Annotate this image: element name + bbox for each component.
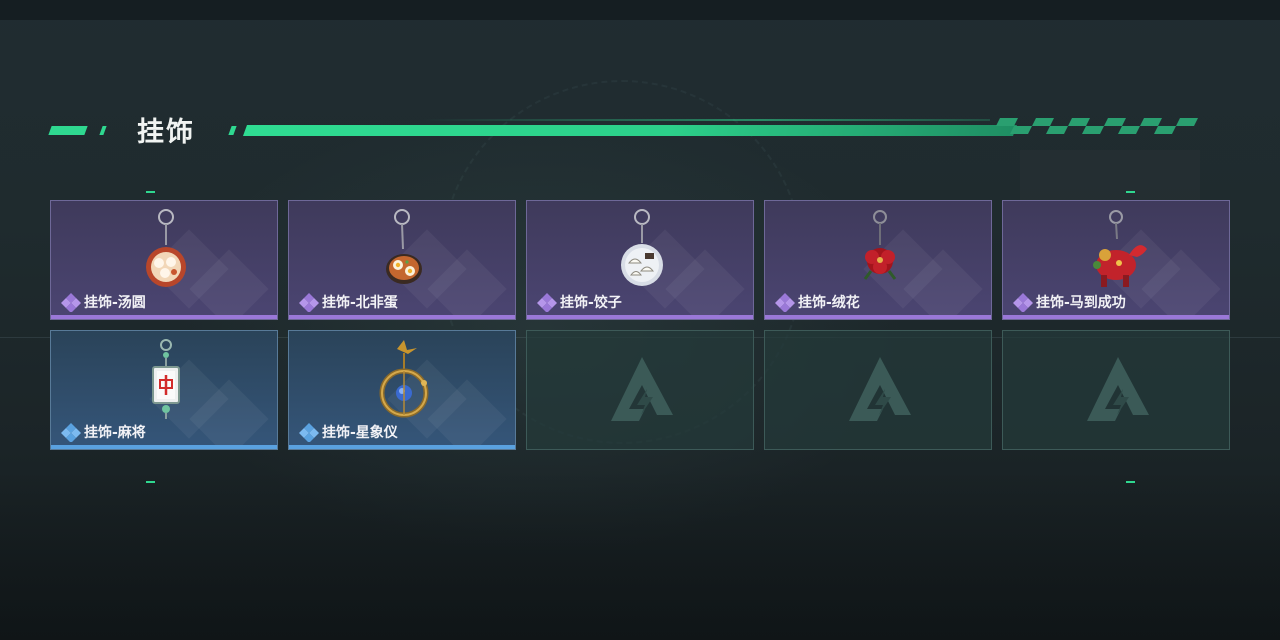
rarity-bar: [51, 445, 277, 449]
charm-card[interactable]: 挂饰-汤圆: [50, 200, 278, 320]
rarity-diamond-icon: [1013, 293, 1033, 312]
charm-card[interactable]: 挂饰-饺子: [526, 200, 754, 320]
rarity-bar: [1003, 315, 1229, 319]
horse-charm-icon: [1093, 210, 1147, 287]
empty-slot[interactable]: [526, 330, 754, 450]
shakshuka-charm-icon: [386, 209, 422, 284]
charm-name: 挂饰-马到成功: [1036, 295, 1126, 311]
charm-card[interactable]: 挂饰-绒花: [764, 200, 992, 320]
rarity-bar: [51, 315, 277, 319]
locked-slot-logo-icon: [1087, 357, 1149, 421]
charm-label: 挂饰-马到成功: [1013, 292, 1126, 312]
rarity-bar: [289, 445, 515, 449]
rarity-bar: [765, 315, 991, 319]
charm-name: 挂饰-北非蛋: [322, 295, 398, 311]
mahjong-tile-charm-icon: [152, 339, 180, 419]
header-thin-line: [420, 119, 990, 121]
charm-label: 挂饰-麻将: [61, 422, 146, 442]
charm-name: 挂饰-星象仪: [322, 425, 398, 441]
charm-label: 挂饰-汤圆: [61, 292, 146, 312]
charm-label: 挂饰-星象仪: [299, 422, 398, 442]
corner-marker: [146, 191, 155, 193]
rarity-diamond-icon: [61, 293, 81, 312]
locked-slot-logo-icon: [611, 357, 673, 421]
header-accent-tick: [99, 126, 107, 135]
rarity-bar: [527, 315, 753, 319]
velvet-flower-charm-icon: [863, 210, 897, 280]
header-divider-line: [242, 125, 1018, 136]
empty-slot[interactable]: [1002, 330, 1230, 450]
corner-marker: [1126, 481, 1135, 483]
rarity-diamond-icon: [61, 423, 81, 442]
charm-card[interactable]: 挂饰-麻将: [50, 330, 278, 450]
tangyuan-charm-icon: [146, 209, 186, 287]
rarity-diamond-icon: [299, 293, 319, 312]
charm-name: 挂饰-汤圆: [84, 295, 146, 311]
header-accent-tick: [228, 126, 237, 135]
charm-name: 挂饰-绒花: [798, 295, 860, 311]
charm-name: 挂饰-饺子: [560, 295, 622, 311]
header-accent-bar: [48, 126, 88, 135]
corner-marker: [1126, 191, 1135, 193]
locked-slot-logo-icon: [849, 357, 911, 421]
rarity-diamond-icon: [537, 293, 557, 312]
dumplings-charm-icon: [621, 209, 663, 286]
charm-label: 挂饰-饺子: [537, 292, 622, 312]
rarity-diamond-icon: [775, 293, 795, 312]
rarity-bar: [289, 315, 515, 319]
charm-name: 挂饰-麻将: [84, 425, 146, 441]
charm-label: 挂饰-绒花: [775, 292, 860, 312]
charm-card[interactable]: 挂饰-星象仪: [288, 330, 516, 450]
charm-card[interactable]: 挂饰-马到成功: [1002, 200, 1230, 320]
charm-label: 挂饰-北非蛋: [299, 292, 398, 312]
rarity-diamond-icon: [299, 423, 319, 442]
background-shade: [0, 470, 1280, 640]
top-strip: [0, 0, 1280, 20]
empty-slot[interactable]: [764, 330, 992, 450]
corner-marker: [146, 481, 155, 483]
astrolabe-charm-icon: [379, 340, 429, 418]
section-title: 挂饰: [137, 117, 195, 148]
header-checker-pattern: [996, 118, 1198, 134]
charm-grid: 挂饰-汤圆 挂饰-北非蛋 挂饰-饺子 挂饰-绒花 挂饰-马到成功 挂饰-麻将 挂…: [50, 200, 1230, 450]
charm-card[interactable]: 挂饰-北非蛋: [288, 200, 516, 320]
